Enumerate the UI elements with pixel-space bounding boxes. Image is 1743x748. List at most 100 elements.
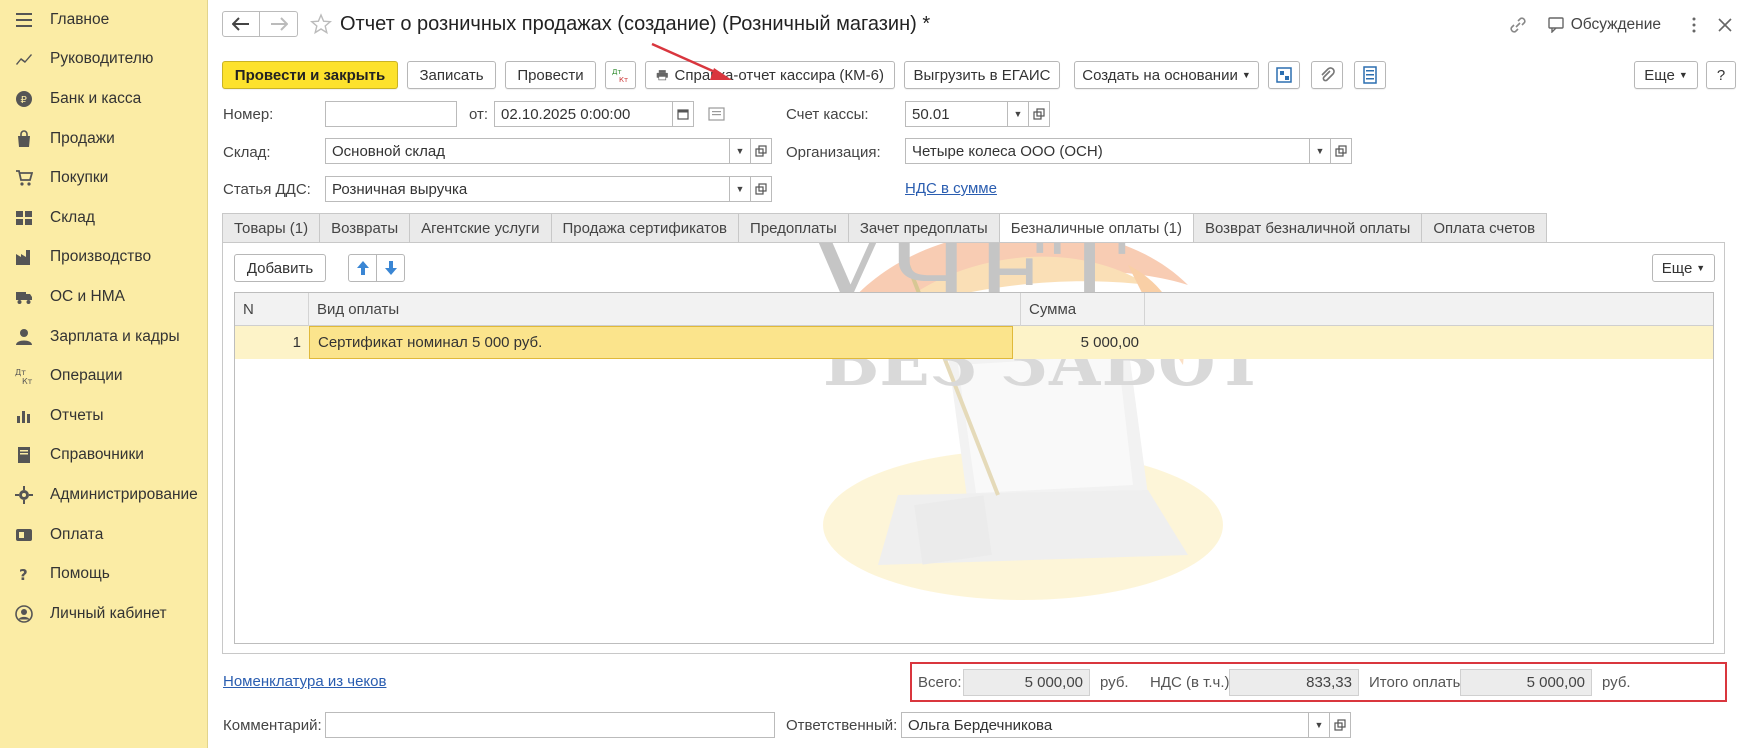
sidebar-item-admin[interactable]: Администрирование <box>0 475 207 515</box>
number-field[interactable] <box>325 101 457 127</box>
date-value: 02.10.2025 0:00:00 <box>501 105 631 123</box>
cash-account-dropdown[interactable]: ▼ <box>1007 101 1029 127</box>
discussion-button[interactable]: Обсуждение <box>1547 16 1661 34</box>
book-icon <box>14 445 34 465</box>
forward-button[interactable] <box>260 11 298 37</box>
create-based-on-button[interactable]: Создать на основании ▼ <box>1074 61 1259 89</box>
column-header-sum[interactable]: Сумма <box>1021 293 1145 326</box>
cell-n: 1 <box>292 334 301 351</box>
document-icon[interactable] <box>708 106 726 122</box>
sidebar-item-purchases[interactable]: Покупки <box>0 158 207 198</box>
responsible-dropdown[interactable]: ▼ <box>1308 712 1330 738</box>
tab-label: Возврат безналичной оплаты <box>1204 219 1411 237</box>
egais-export-button[interactable]: Выгрузить в ЕГАИС <box>904 61 1060 89</box>
sidebar-item-assets[interactable]: ОС и НМА <box>0 277 207 317</box>
sidebar-item-label: Помощь <box>50 565 110 583</box>
sidebar-item-warehouse[interactable]: Склад <box>0 198 207 238</box>
tab-goods[interactable]: Товары (1) <box>222 213 321 242</box>
gear-icon <box>14 485 34 505</box>
more-vertical-icon[interactable] <box>1689 16 1699 34</box>
chevron-down-icon: ▼ <box>1314 720 1324 730</box>
open-icon <box>755 145 767 157</box>
svg-text:Дт: Дт <box>612 68 622 76</box>
move-up-button[interactable] <box>348 254 377 282</box>
organization-open-button[interactable] <box>1330 138 1352 164</box>
add-row-button[interactable]: Добавить <box>234 254 326 282</box>
vat-in-sum-link[interactable]: НДС в сумме <box>905 180 997 197</box>
table-row[interactable]: 1 Сертификат номинал 5 000 руб. 5 000,00 <box>235 326 1713 359</box>
tab-certificate-sales[interactable]: Продажа сертификатов <box>550 213 740 242</box>
tab-agent-services[interactable]: Агентские услуги <box>409 213 552 242</box>
responsible-field[interactable]: Ольга Бердечникова <box>901 712 1309 738</box>
close-icon[interactable] <box>1717 17 1733 33</box>
tab-bar: Товары (1) Возвраты Агентские услуги Про… <box>222 213 1548 243</box>
responsible-open-button[interactable] <box>1329 712 1351 738</box>
save-button[interactable]: Записать <box>407 61 496 89</box>
column-header-n[interactable]: N <box>235 293 309 326</box>
tab-label: Безналичные оплаты (1) <box>1010 220 1182 237</box>
comment-field[interactable] <box>325 712 775 738</box>
sidebar-item-payroll[interactable]: Зарплата и кадры <box>0 317 207 357</box>
structure-button[interactable] <box>1268 61 1300 89</box>
responsible-label: Ответственный: <box>786 717 898 734</box>
tab-label: Оплата счетов <box>1433 219 1536 237</box>
calendar-icon <box>677 109 689 120</box>
warehouse-dropdown[interactable]: ▼ <box>729 138 751 164</box>
dds-open-button[interactable] <box>750 176 772 202</box>
cash-account-field[interactable]: 50.01 <box>905 101 1008 127</box>
organization-field[interactable]: Четыре колеса ООО (ОСН) <box>905 138 1310 164</box>
title-bar: Отчет о розничных продажах (создание) (Р… <box>222 10 930 38</box>
cash-account-open-button[interactable] <box>1028 101 1050 127</box>
tab-cashless-returns[interactable]: Возврат безналичной оплаты <box>1192 213 1423 242</box>
cashier-report-button[interactable]: Справка-отчет кассира (КМ-6) <box>645 61 895 89</box>
sidebar-item-catalogs[interactable]: Справочники <box>0 436 207 476</box>
star-icon[interactable] <box>310 13 332 35</box>
dropdown-arrow-icon: ▼ <box>1678 70 1688 80</box>
sidebar-item-production[interactable]: Производство <box>0 238 207 278</box>
sidebar-item-reports[interactable]: Отчеты <box>0 396 207 436</box>
discussion-label: Обсуждение <box>1570 16 1661 33</box>
link-icon[interactable] <box>1508 15 1528 35</box>
post-button[interactable]: Провести <box>505 61 596 89</box>
cell-payment-type[interactable]: Сертификат номинал 5 000 руб. <box>309 326 1013 359</box>
truck-icon <box>14 287 34 307</box>
sidebar-item-manager[interactable]: Руководителю <box>0 40 207 80</box>
date-field[interactable]: 02.10.2025 0:00:00 <box>494 101 673 127</box>
post-and-close-button[interactable]: Провести и закрыть <box>222 61 398 89</box>
paid-total-value: 5 000,00 <box>1526 674 1585 691</box>
title-actions: Обсуждение <box>1508 12 1743 38</box>
sidebar-item-main[interactable]: Главное <box>0 0 207 40</box>
warehouse-open-button[interactable] <box>750 138 772 164</box>
sidebar-item-sales[interactable]: Продажи <box>0 119 207 159</box>
dds-field[interactable]: Розничная выручка <box>325 176 730 202</box>
move-down-button[interactable] <box>376 254 405 282</box>
calendar-button[interactable] <box>672 101 694 127</box>
dtkt-button[interactable]: Дт Кт <box>605 61 636 89</box>
sidebar-item-label: Отчеты <box>50 406 104 424</box>
tab-returns[interactable]: Возвраты <box>319 213 411 242</box>
sidebar-item-operations[interactable]: Дт Кт Операции <box>0 356 207 396</box>
sidebar-item-help[interactable]: ? Помощь <box>0 554 207 594</box>
document-list-button[interactable] <box>1354 61 1386 89</box>
tab-prepayment-offset[interactable]: Зачет предоплаты <box>847 213 1000 242</box>
warehouse-field[interactable]: Основной склад <box>325 138 730 164</box>
organization-dropdown[interactable]: ▼ <box>1309 138 1331 164</box>
open-icon <box>755 183 767 195</box>
dds-dropdown[interactable]: ▼ <box>729 176 751 202</box>
attach-button[interactable] <box>1311 61 1343 89</box>
responsible-value: Ольга Бердечникова <box>908 716 1053 734</box>
sidebar-item-payment[interactable]: Оплата <box>0 515 207 555</box>
sidebar-item-account[interactable]: Личный кабинет <box>0 594 207 634</box>
more-button[interactable]: Еще ▼ <box>1634 61 1698 89</box>
tab-prepayments[interactable]: Предоплаты <box>738 213 849 242</box>
open-icon <box>1033 108 1045 120</box>
back-button[interactable] <box>222 11 260 37</box>
help-label: ? <box>1716 66 1726 84</box>
nomenclature-from-receipts-link[interactable]: Номенклатура из чеков <box>223 673 386 690</box>
tab-cashless-payments[interactable]: Безналичные оплаты (1) <box>998 213 1194 243</box>
column-header-payment-type[interactable]: Вид оплаты <box>309 293 1021 326</box>
help-button[interactable]: ? <box>1706 61 1736 89</box>
tab-invoice-payments[interactable]: Оплата счетов <box>1421 213 1548 242</box>
table-more-button[interactable]: Еще ▼ <box>1652 254 1715 282</box>
sidebar-item-bank[interactable]: ₽ Банк и касса <box>0 79 207 119</box>
